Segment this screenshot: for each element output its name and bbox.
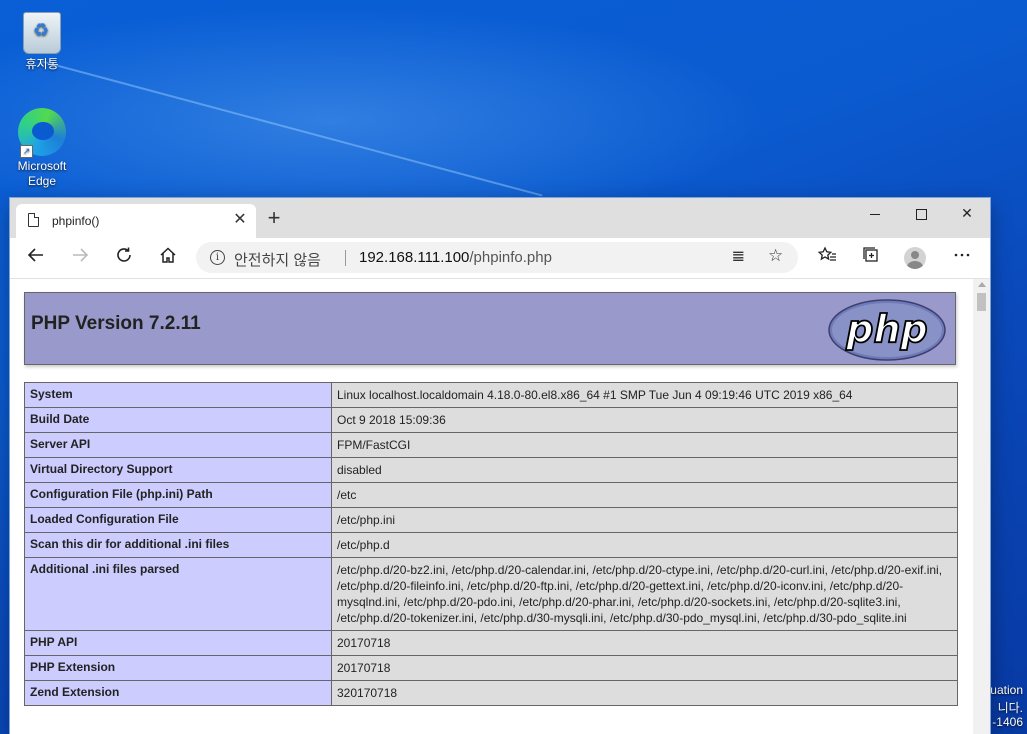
info-icon[interactable]: i [210, 250, 225, 265]
minimize-button[interactable] [852, 198, 898, 228]
side-text-1: uation [990, 683, 1023, 697]
table-row: System Linux localhost.localdomain 4.18.0… [24, 382, 958, 408]
browser-toolbar: i 안전하지 않음 192.168.111.100/phpinfo.php 𝌆 … [10, 238, 990, 279]
forward-arrow-icon [73, 248, 89, 262]
php-header: PHP Version 7.2.11 php [24, 292, 956, 365]
more-dots-icon [954, 253, 970, 257]
edge-icon: ↗ [18, 108, 66, 158]
url-text[interactable]: 192.168.111.100/phpinfo.php [359, 249, 552, 266]
new-tab-button[interactable]: + [262, 206, 286, 230]
translate-icon[interactable]: 𝌆 [732, 248, 745, 265]
table-row: Virtual Directory Support disabled [24, 457, 958, 483]
row-value: /etc/php.d [331, 532, 958, 558]
php-logo: php [828, 299, 946, 361]
profile-avatar[interactable] [904, 247, 926, 269]
page-scrollbar[interactable] [973, 279, 990, 734]
row-label: PHP Extension [24, 655, 332, 681]
address-bar[interactable]: i 안전하지 않음 192.168.111.100/phpinfo.php 𝌆 … [196, 242, 798, 273]
refresh-icon [117, 247, 131, 262]
scroll-up-arrow-icon[interactable] [978, 282, 986, 287]
recycle-bin-label: 휴지통 [25, 57, 59, 71]
address-separator [345, 250, 346, 266]
table-row: Zend Extension 320170718 [24, 680, 958, 706]
table-row: PHP API 20170718 [24, 630, 958, 656]
recycle-bin-icon: ♻ [23, 12, 61, 54]
home-button[interactable] [153, 243, 183, 273]
table-row: Scan this dir for additional .ini files /… [24, 532, 958, 558]
row-value: FPM/FastCGI [331, 432, 958, 458]
row-value: disabled [331, 457, 958, 483]
close-window-button[interactable]: ✕ [944, 198, 990, 228]
recycle-bin-shortcut[interactable]: ♻ 휴지통 [12, 12, 72, 72]
back-arrow-icon [27, 248, 43, 262]
collections-button[interactable] [856, 243, 886, 273]
page-title: PHP Version 7.2.11 [31, 313, 201, 334]
tab-close-icon[interactable]: ✕ [230, 210, 250, 230]
row-label: Loaded Configuration File [24, 507, 332, 533]
wallpaper-light-beam [39, 60, 543, 197]
home-icon [160, 247, 176, 263]
row-label: Additional .ini files parsed [24, 557, 332, 631]
table-row: Build Date Oct 9 2018 15:09:36 [24, 407, 958, 433]
row-value: Oct 9 2018 15:09:36 [331, 407, 958, 433]
refresh-button[interactable] [109, 243, 139, 273]
edge-label: Microsoft Edge [17, 159, 67, 188]
row-value: /etc/php.ini [331, 507, 958, 533]
favorites-button[interactable] [812, 243, 842, 273]
row-label: PHP API [24, 630, 332, 656]
row-value: 20170718 [331, 630, 958, 656]
row-value: /etc [331, 482, 958, 508]
shortcut-arrow-icon: ↗ [20, 145, 33, 158]
add-favorite-icon[interactable]: ☆ [768, 246, 783, 266]
tab-phpinfo[interactable]: phpinfo() ✕ [16, 204, 256, 238]
row-value: Linux localhost.localdomain 4.18.0-80.el… [331, 382, 958, 408]
row-label: Zend Extension [24, 680, 332, 706]
row-value: /etc/php.d/20-bz2.ini, /etc/php.d/20-cal… [331, 557, 958, 631]
row-label: Build Date [24, 407, 332, 433]
table-row: Configuration File (php.ini) Path/etc [24, 482, 958, 508]
row-label: Server API [24, 432, 332, 458]
browser-titlebar: phpinfo() ✕ + ✕ [10, 198, 990, 238]
side-text-2: 니다. [997, 701, 1023, 715]
maximize-button[interactable] [898, 198, 944, 228]
row-label: Virtual Directory Support [24, 457, 332, 483]
forward-button[interactable] [65, 243, 95, 273]
page-icon [28, 213, 39, 227]
table-row: Server API FPM/FastCGI [24, 432, 958, 458]
browser-window: phpinfo() ✕ + ✕ i 안전하지 않음 192.168.111.10… [10, 198, 990, 734]
row-value: 320170718 [331, 680, 958, 706]
table-row: Additional .ini files parsed/etc/php.d/2… [24, 557, 958, 631]
tab-title: phpinfo() [52, 214, 100, 228]
php-info-table: System Linux localhost.localdomain 4.18.0… [24, 382, 958, 706]
url-path: /phpinfo.php [469, 249, 552, 266]
security-label[interactable]: 안전하지 않음 [234, 249, 321, 270]
favorites-list-icon [817, 246, 836, 261]
side-text-3: -1406 [992, 715, 1023, 729]
page-viewport: PHP Version 7.2.11 php System Linux local… [10, 279, 973, 734]
row-label: Configuration File (php.ini) Path [24, 482, 332, 508]
php-logo-text: php [845, 307, 927, 351]
edge-shortcut[interactable]: ↗ Microsoft Edge [12, 108, 72, 189]
url-host: 192.168.111.100 [359, 249, 470, 266]
scrollbar-thumb[interactable] [977, 293, 986, 311]
row-label: Scan this dir for additional .ini files [24, 532, 332, 558]
row-value: 20170718 [331, 655, 958, 681]
settings-more-button[interactable] [947, 243, 977, 273]
table-row: Loaded Configuration File/etc/php.ini [24, 507, 958, 533]
table-row: PHP Extension 20170718 [24, 655, 958, 681]
row-label: System [24, 382, 332, 408]
collections-icon [863, 247, 878, 262]
back-button[interactable] [21, 243, 51, 273]
